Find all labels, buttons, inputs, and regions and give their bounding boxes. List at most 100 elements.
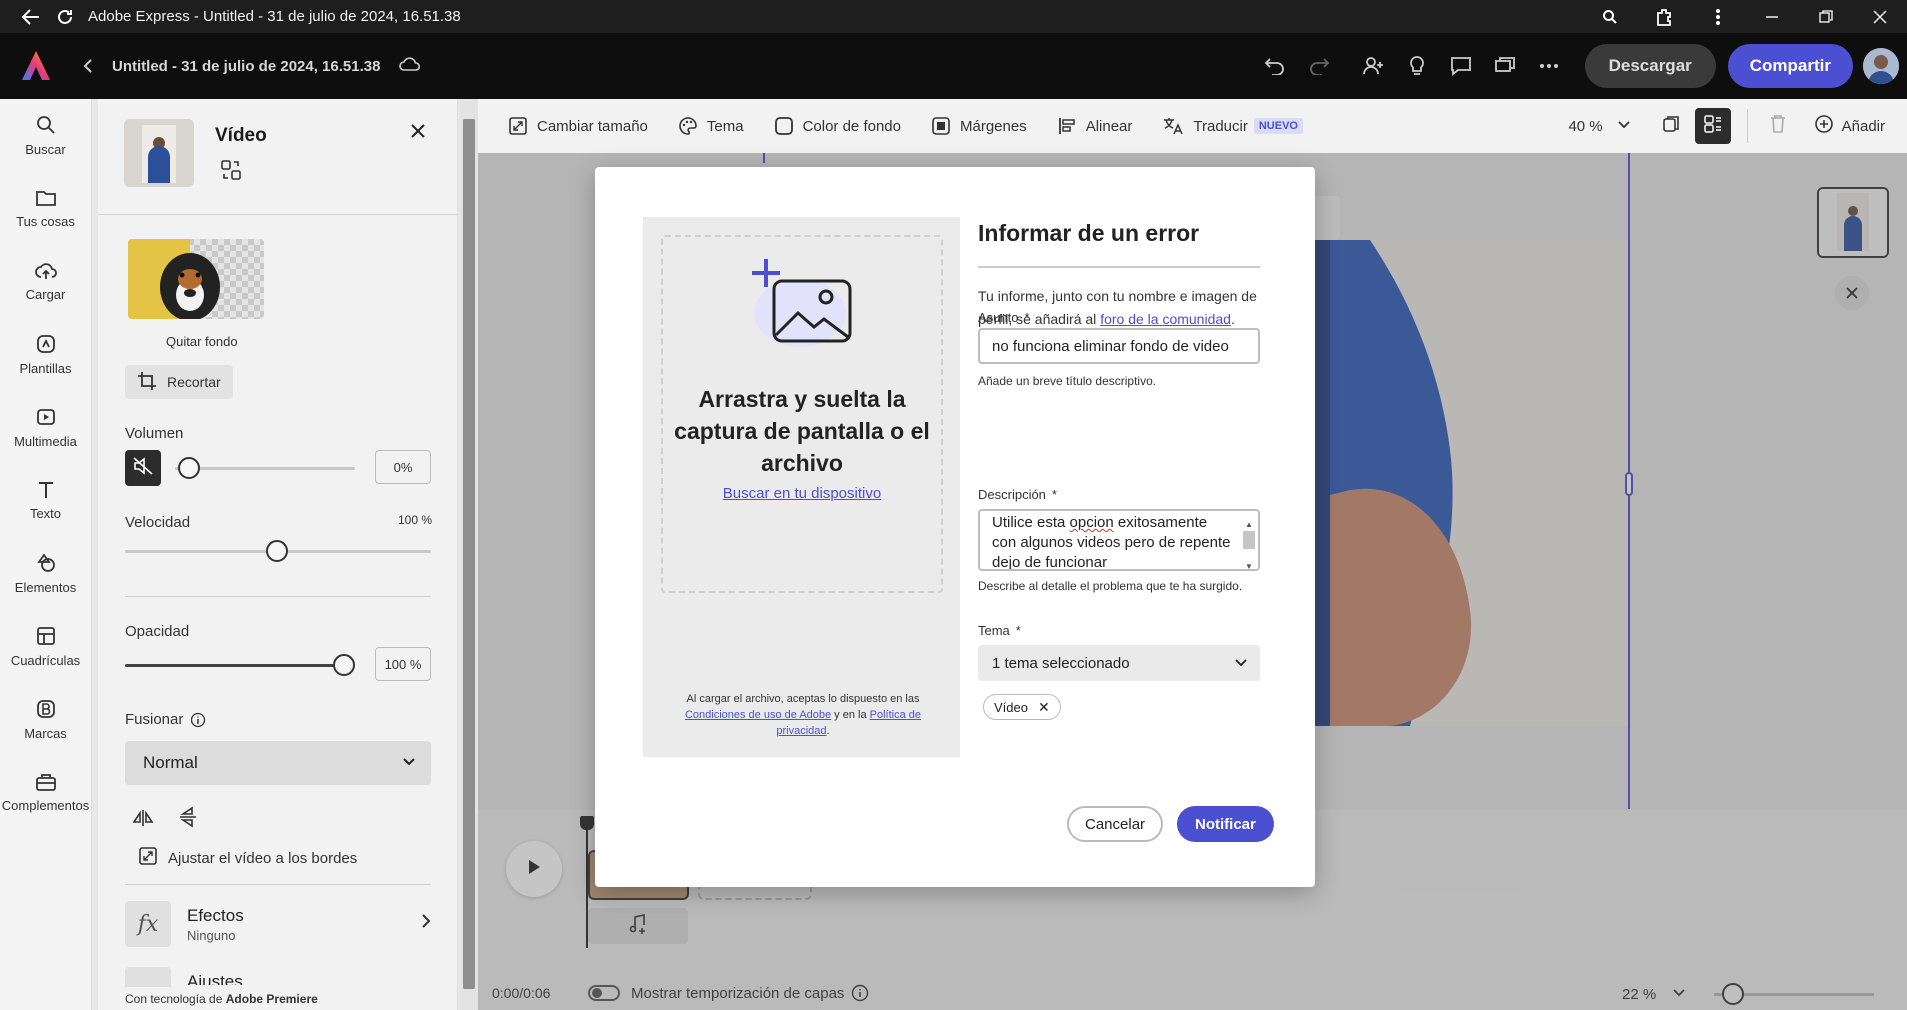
remove-tag-icon[interactable]: ✕ <box>1038 699 1050 716</box>
rail-item-upload[interactable]: Cargar <box>0 245 91 318</box>
opacity-slider-track[interactable] <box>125 664 345 667</box>
extensions-icon[interactable] <box>1637 0 1691 33</box>
rail-label: Plantillas <box>19 361 72 376</box>
margins-button[interactable]: Márgenes <box>931 116 1027 136</box>
volume-label: Volumen <box>125 425 184 442</box>
replace-media-icon[interactable] <box>220 159 242 186</box>
flip-horizontal-icon[interactable] <box>132 808 154 833</box>
volume-slider-track[interactable] <box>175 467 355 470</box>
share-button[interactable]: Compartir <box>1727 44 1853 88</box>
restore-icon[interactable] <box>1799 0 1853 33</box>
effects-icon: fx <box>125 901 171 947</box>
description-textarea[interactable]: Utilice esta opcion exitosamente con alg… <box>978 509 1260 571</box>
delete-button[interactable] <box>1760 108 1796 144</box>
zoom-search-icon[interactable] <box>1583 0 1637 33</box>
add-button[interactable]: Añadir <box>1814 114 1885 138</box>
notify-button[interactable]: Notificar <box>1177 806 1274 842</box>
rail-item-brands[interactable]: Marcas <box>0 683 91 756</box>
rail-item-elements[interactable]: Elementos <box>0 537 91 610</box>
video-thumbnail <box>124 119 194 187</box>
subject-label-text: Asunto <box>978 310 1019 325</box>
rail-label: Elementos <box>14 580 77 595</box>
adobe-express-logo[interactable] <box>18 48 54 84</box>
textarea-scrollbar[interactable]: ▲ ▼ <box>1242 513 1256 569</box>
translate-icon <box>1162 116 1184 136</box>
close-window-icon[interactable] <box>1853 0 1907 33</box>
rail-label: Cargar <box>25 287 66 302</box>
rail-item-templates[interactable]: Plantillas <box>0 318 91 391</box>
subject-value: no funciona eliminar fondo de video <box>992 337 1229 355</box>
rail-item-your-stuff[interactable]: Tus cosas <box>0 172 91 245</box>
adjust-title[interactable]: Ajustes <box>187 973 307 985</box>
pages-view-button[interactable] <box>1653 108 1689 144</box>
present-icon[interactable] <box>1483 44 1527 88</box>
undo-icon[interactable] <box>1253 44 1297 88</box>
remove-background-thumbnail[interactable] <box>128 239 264 319</box>
subject-input[interactable]: no funciona eliminar fondo de video <box>978 328 1260 364</box>
info-icon[interactable] <box>190 712 206 733</box>
rail-item-search[interactable]: Buscar <box>0 99 91 172</box>
layers-view-button[interactable] <box>1694 108 1731 144</box>
topic-label: Tema * <box>978 623 1021 638</box>
legal-end: . <box>826 725 830 737</box>
back-arrow-icon[interactable] <box>14 0 48 33</box>
lightbulb-icon[interactable] <box>1395 44 1439 88</box>
flip-vertical-icon[interactable] <box>178 806 198 833</box>
back-chevron-icon[interactable] <box>74 52 102 80</box>
description-line: dejo de funcionar <box>992 554 1108 571</box>
comment-icon[interactable] <box>1439 44 1483 88</box>
opacity-value[interactable]: 100 % <box>375 647 431 681</box>
more-vertical-icon[interactable] <box>1691 0 1745 33</box>
required-mark: * <box>1015 623 1021 638</box>
folder-icon <box>35 188 57 208</box>
topic-value: 1 tema seleccionado <box>992 654 1130 672</box>
palette-icon <box>678 116 698 136</box>
rail-item-grids[interactable]: Cuadrículas <box>0 610 91 683</box>
fit-edges-icon <box>138 846 158 870</box>
resize-button[interactable]: Cambiar tamaño <box>508 116 648 136</box>
rail-label: Multimedia <box>14 434 77 449</box>
crop-button[interactable]: Recortar <box>125 365 233 399</box>
align-button[interactable]: Alinear <box>1057 116 1132 136</box>
speed-slider-handle[interactable] <box>266 540 288 562</box>
close-panel-icon[interactable] <box>410 123 426 144</box>
opacity-slider-handle[interactable] <box>333 654 355 676</box>
effects-row[interactable]: fx Efectos Ninguno <box>125 899 431 949</box>
scrollbar-thumb[interactable] <box>463 119 475 989</box>
zoom-dropdown[interactable]: 40 % <box>1568 117 1630 135</box>
reload-icon[interactable] <box>48 0 82 33</box>
background-color-button[interactable]: Color de fondo <box>774 116 901 136</box>
terms-link[interactable]: Condiciones de uso de Adobe <box>685 709 831 721</box>
panel-scrollbar[interactable] <box>460 99 478 1010</box>
scroll-down-icon[interactable]: ▼ <box>1245 557 1253 569</box>
redo-icon[interactable] <box>1297 44 1341 88</box>
browse-device-link[interactable]: Buscar en tu dispositivo <box>661 485 943 502</box>
download-button[interactable]: Descargar <box>1584 44 1716 88</box>
rail-item-addons[interactable]: Complementos <box>0 756 91 829</box>
cancel-button[interactable]: Cancelar <box>1067 806 1164 842</box>
scrollbar-thumb[interactable] <box>1243 531 1255 549</box>
text-icon <box>36 480 56 500</box>
translate-button[interactable]: Traducir NUEVO <box>1162 116 1303 136</box>
volume-value[interactable]: 0% <box>375 450 431 484</box>
rail-item-text[interactable]: Texto <box>0 464 91 537</box>
volume-slider-handle[interactable] <box>178 457 200 479</box>
fit-to-edges-option[interactable]: Ajustar el vídeo a los bordes <box>138 846 357 870</box>
user-avatar[interactable] <box>1863 48 1899 84</box>
background-color-label: Color de fondo <box>802 117 901 135</box>
rail-label: Texto <box>29 506 62 521</box>
legal-prefix: Al cargar el archivo, aceptas lo dispues… <box>686 693 920 705</box>
community-forum-link[interactable]: foro de la comunidad <box>1100 311 1231 327</box>
blend-mode-select[interactable]: Normal <box>125 741 431 785</box>
topic-select[interactable]: 1 tema seleccionado <box>978 645 1260 681</box>
minimize-icon[interactable] <box>1745 0 1799 33</box>
mute-button[interactable] <box>125 450 161 486</box>
translate-label: Traducir <box>1193 117 1248 135</box>
invite-user-icon[interactable] <box>1351 44 1395 88</box>
zoom-value: 40 % <box>1568 117 1603 135</box>
rail-item-media[interactable]: Multimedia <box>0 391 91 464</box>
more-horizontal-icon[interactable] <box>1527 44 1571 88</box>
theme-button[interactable]: Tema <box>678 116 744 136</box>
remove-background-label[interactable]: Quitar fondo <box>166 334 238 349</box>
document-title[interactable]: Untitled - 31 de julio de 2024, 16.51.38 <box>112 58 380 75</box>
